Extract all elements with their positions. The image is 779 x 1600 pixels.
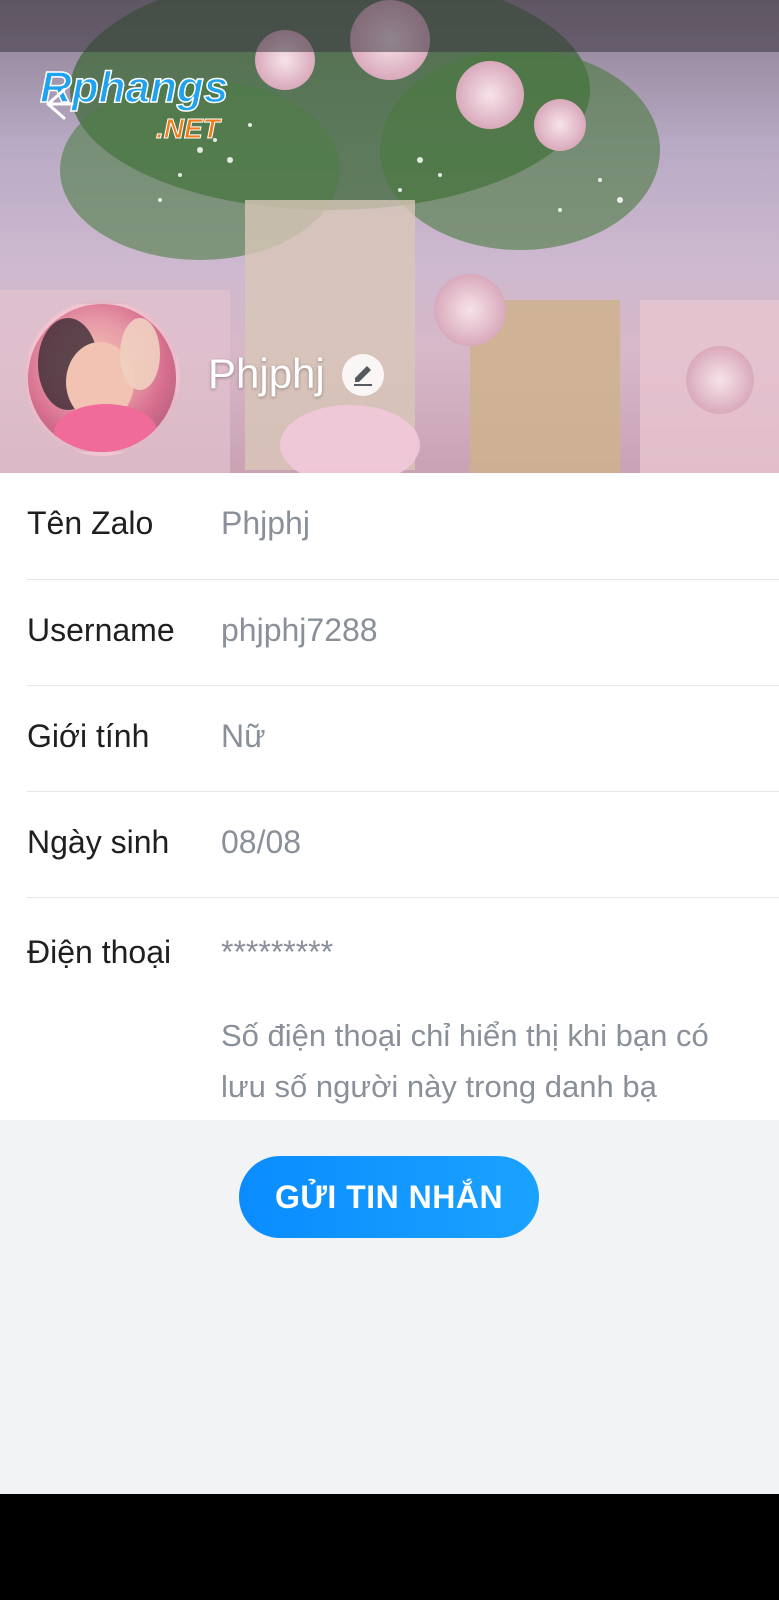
phone-visibility-note: Số điện thoại chỉ hiển thị khi bạn có lư…	[221, 1018, 709, 1104]
info-row-zalo-name: Tên Zalo Phjphj	[27, 473, 779, 580]
profile-screen: Rphangs .NET Phjphj Tên Zalo Phjphj User…	[0, 0, 779, 1600]
row-label: Giới tính	[27, 718, 150, 754]
row-label: Tên Zalo	[27, 505, 154, 541]
send-message-button[interactable]: GỬI TIN NHẮN	[239, 1156, 539, 1238]
row-label: Ngày sinh	[27, 824, 170, 860]
info-row-phone: Điện thoại *********	[27, 898, 779, 998]
info-row-birthday: Ngày sinh 08/08	[27, 792, 779, 898]
status-bar	[0, 0, 779, 52]
pencil-icon[interactable]	[342, 354, 384, 396]
system-nav-bar	[0, 1494, 779, 1600]
row-label: Điện thoại	[27, 934, 172, 970]
info-row-gender: Giới tính Nữ	[27, 686, 779, 792]
arrow-left-icon[interactable]	[38, 84, 78, 124]
svg-text:.NET: .NET	[156, 113, 223, 142]
cover-photo: Rphangs .NET Phjphj	[0, 0, 779, 473]
row-value: 08/08	[221, 824, 302, 860]
row-value: *********	[221, 934, 334, 970]
avatar[interactable]	[24, 300, 180, 456]
row-label: Username	[27, 612, 175, 648]
row-value: Phjphj	[221, 505, 310, 541]
row-value: Nữ	[221, 718, 266, 754]
display-name: Phjphj	[208, 350, 325, 397]
info-row-username: Username phjphj7288	[27, 580, 779, 686]
row-value: phjphj7288	[221, 612, 378, 648]
